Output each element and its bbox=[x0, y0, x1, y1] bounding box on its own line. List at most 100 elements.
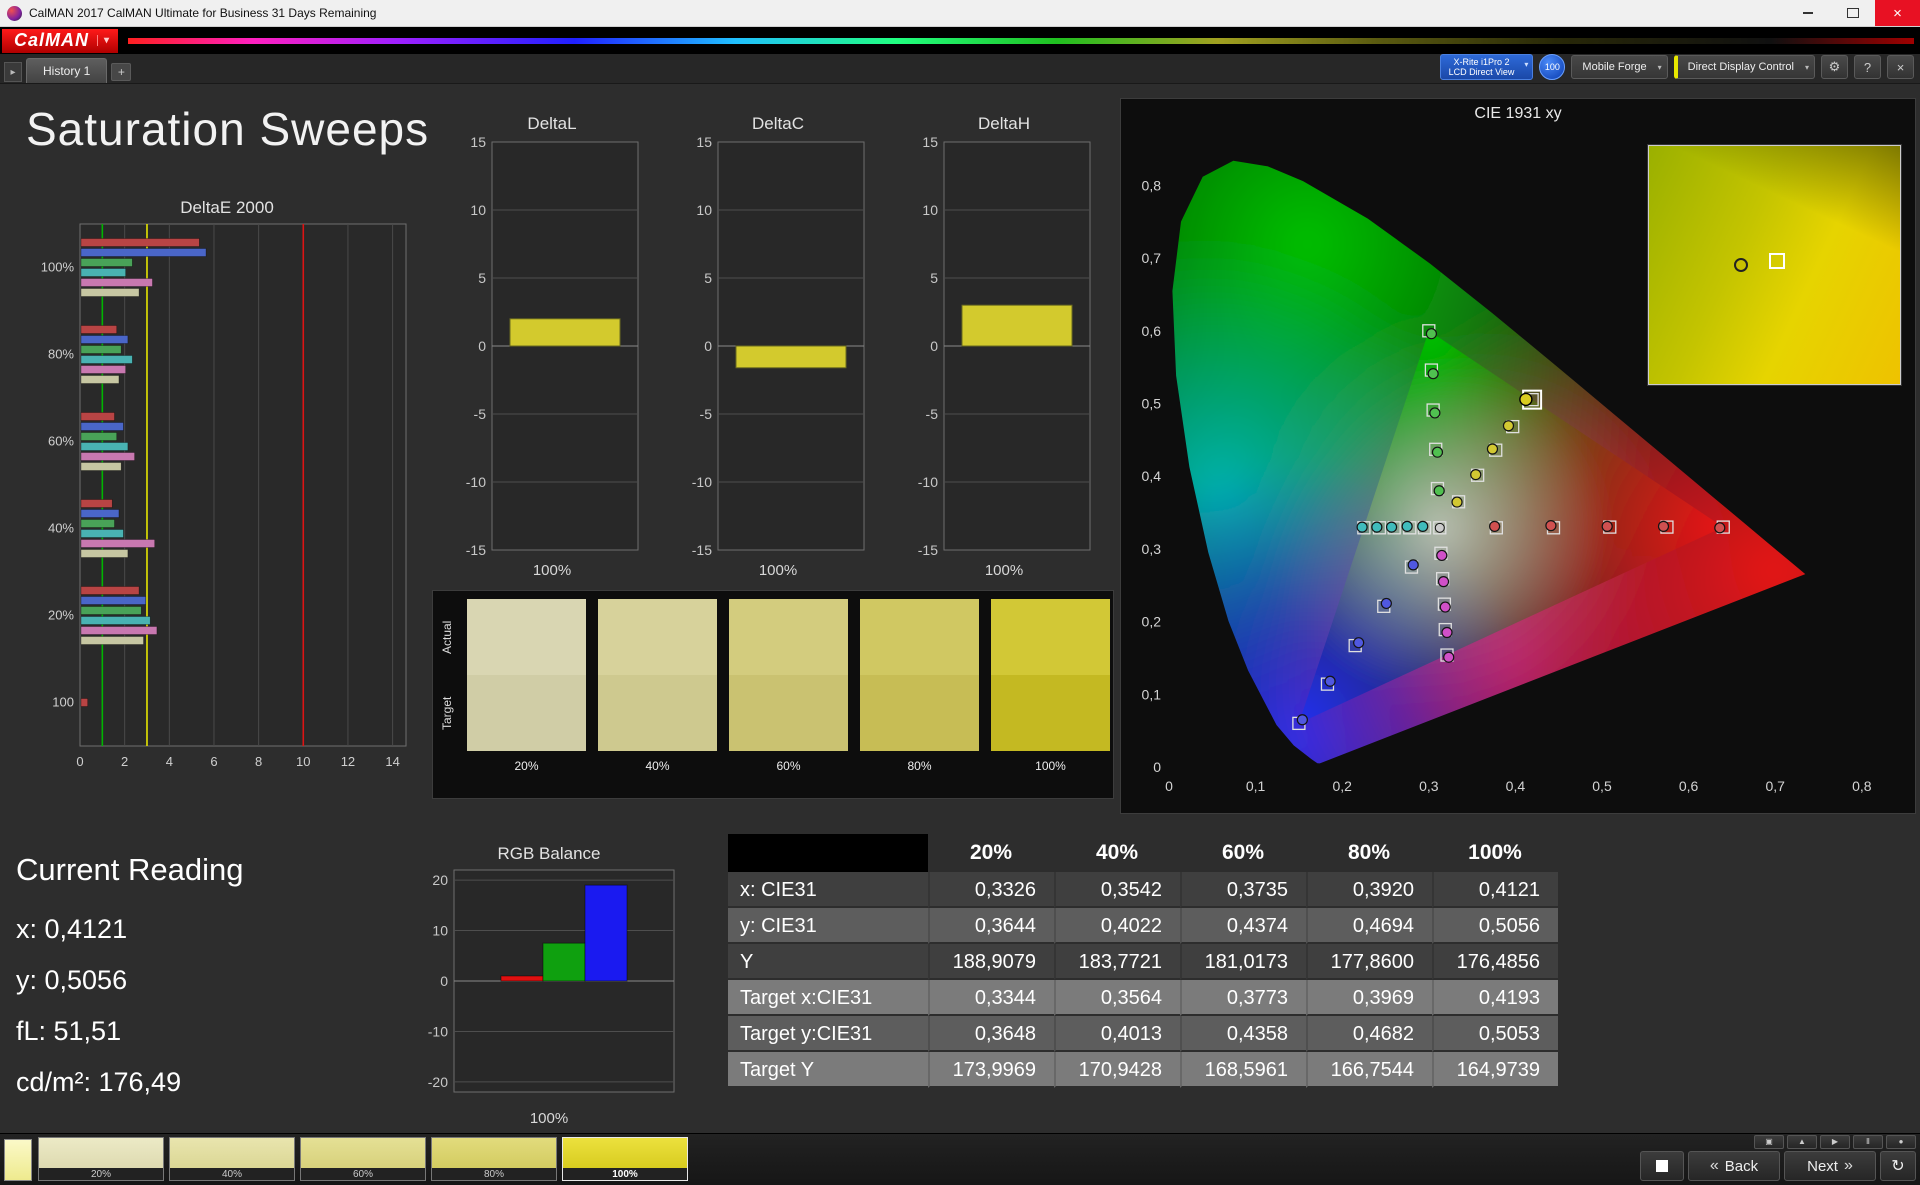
svg-text:2: 2 bbox=[121, 754, 128, 769]
table-value-cell: 0,3542 bbox=[1054, 872, 1180, 908]
minimize-button[interactable] bbox=[1785, 0, 1830, 26]
close-button[interactable]: × bbox=[1875, 0, 1920, 26]
table-value-cell: 0,4121 bbox=[1432, 872, 1558, 908]
saturation-step-button-60%[interactable]: 60% bbox=[300, 1137, 426, 1181]
calman-logo-text: CalMAN bbox=[14, 30, 90, 50]
svg-text:100: 100 bbox=[52, 695, 74, 710]
svg-text:4: 4 bbox=[166, 754, 173, 769]
stop-button[interactable] bbox=[1640, 1151, 1684, 1181]
actual-swatch bbox=[860, 599, 979, 675]
meter-select-button[interactable]: X-Rite i1Pro 2 LCD Direct View ▾ bbox=[1439, 54, 1534, 80]
saturation-step-button-20%[interactable]: 20% bbox=[38, 1137, 164, 1181]
saturation-step-button-100%[interactable]: 100% bbox=[562, 1137, 688, 1181]
source-label: Mobile Forge bbox=[1582, 61, 1647, 73]
pause-button[interactable]: Ⅱ bbox=[1853, 1135, 1883, 1149]
svg-text:-10: -10 bbox=[692, 474, 712, 490]
table-value-cell: 170,9428 bbox=[1054, 1052, 1180, 1088]
deltaL-plot: 15 10 5 0 -5 -10 -15 bbox=[466, 134, 639, 558]
window-title: CalMAN 2017 CalMAN Ultimate for Business… bbox=[29, 6, 377, 20]
table-value-cell: 0,3644 bbox=[928, 908, 1054, 944]
svg-text:0: 0 bbox=[478, 338, 486, 354]
svg-text:12: 12 bbox=[341, 754, 355, 769]
record-button[interactable]: ● bbox=[1886, 1135, 1916, 1149]
table-value-cell: 0,5053 bbox=[1432, 1016, 1558, 1052]
repeat-icon: ↻ bbox=[1891, 1158, 1905, 1175]
table-value-cell: 0,3648 bbox=[928, 1016, 1054, 1052]
svg-text:8: 8 bbox=[255, 754, 262, 769]
logo-dropdown-icon: ▾ bbox=[97, 35, 110, 46]
svg-text:0,8: 0,8 bbox=[1852, 778, 1872, 794]
repeat-button[interactable]: ↻ bbox=[1880, 1151, 1916, 1181]
add-tab-button[interactable]: + bbox=[111, 63, 132, 81]
svg-text:5: 5 bbox=[930, 270, 938, 286]
maximize-button[interactable] bbox=[1830, 0, 1875, 26]
step-label: 80% bbox=[483, 1168, 504, 1180]
svg-text:0,8: 0,8 bbox=[1142, 177, 1162, 193]
target-swatch bbox=[860, 675, 979, 751]
swatch-column-label: 40% bbox=[645, 759, 670, 773]
cie-1931-panel: CIE 1931 xy 0 0,1 0,2 0,3 0,4 0,5 0,6 0,7 0,8 0,8… bbox=[1120, 98, 1916, 814]
transport-controls: ▣ ▲ ▶ Ⅱ ● « Back Next » ↻ bbox=[1640, 1135, 1916, 1183]
calman-logo-menu[interactable]: CalMAN ▾ bbox=[2, 28, 119, 53]
actual-swatch bbox=[598, 599, 717, 675]
next-button[interactable]: Next » bbox=[1784, 1151, 1876, 1181]
eject-button[interactable]: ▲ bbox=[1787, 1135, 1817, 1149]
tab-history-1[interactable]: History 1 bbox=[26, 58, 108, 83]
chevron-down-icon: ▾ bbox=[1657, 63, 1662, 72]
source-select-button[interactable]: Mobile Forge ▾ bbox=[1571, 55, 1668, 79]
step-label: 20% bbox=[90, 1168, 111, 1180]
deltah-title: DeltaH bbox=[978, 114, 1030, 133]
svg-text:5: 5 bbox=[704, 270, 712, 286]
step-swatch bbox=[432, 1138, 556, 1168]
swatch-column-label: 100% bbox=[1035, 759, 1066, 773]
titlebar: CalMAN 2017 CalMAN Ultimate for Business… bbox=[0, 0, 1920, 27]
svg-text:0,5: 0,5 bbox=[1142, 396, 1162, 412]
play-button[interactable]: ▶ bbox=[1820, 1135, 1850, 1149]
svg-text:15: 15 bbox=[470, 136, 486, 150]
session-close-button[interactable]: × bbox=[1887, 55, 1914, 79]
inset-target-point bbox=[1769, 253, 1786, 270]
deltal-xlabel: 100% bbox=[532, 562, 572, 579]
saturation-step-button-80%[interactable]: 80% bbox=[431, 1137, 557, 1181]
step-label: 60% bbox=[352, 1168, 373, 1180]
swatch-column-label: 20% bbox=[514, 759, 539, 773]
svg-text:0,4: 0,4 bbox=[1142, 468, 1162, 484]
actual-row-label: Actual bbox=[440, 620, 454, 654]
table-row-label: x: CIE31 bbox=[728, 872, 928, 908]
rgb-balance-xlabel: 100% bbox=[529, 1110, 569, 1127]
svg-text:0: 0 bbox=[930, 338, 938, 354]
deltal-title: DeltaL bbox=[527, 114, 577, 133]
svg-text:0,3: 0,3 bbox=[1142, 541, 1162, 557]
actual-swatch bbox=[729, 599, 848, 675]
capture-button[interactable]: ▣ bbox=[1754, 1135, 1784, 1149]
table-row-label: Target x:CIE31 bbox=[728, 980, 928, 1016]
svg-text:-10: -10 bbox=[918, 474, 938, 490]
table-value-cell: 0,3969 bbox=[1306, 980, 1432, 1016]
step-label: 100% bbox=[612, 1168, 638, 1180]
svg-text:0,5: 0,5 bbox=[1592, 778, 1612, 794]
svg-text:10: 10 bbox=[296, 754, 310, 769]
svg-text:15: 15 bbox=[696, 136, 712, 150]
svg-text:10: 10 bbox=[432, 923, 448, 939]
svg-text:14: 14 bbox=[385, 754, 399, 769]
close-icon: × bbox=[1896, 59, 1905, 75]
svg-text:6: 6 bbox=[210, 754, 217, 769]
results-table: 20% 40% 60% 80% 100% x: CIE31 0,3326 0,3542 0,37… bbox=[728, 834, 1558, 1088]
calman-window: CalMAN 2017 CalMAN Ultimate for Business… bbox=[0, 0, 1920, 1185]
gear-icon: ⚙ bbox=[1828, 59, 1841, 74]
swatch-column-label: 60% bbox=[776, 759, 801, 773]
svg-text:-20: -20 bbox=[428, 1074, 448, 1090]
svg-text:0,2: 0,2 bbox=[1332, 778, 1352, 794]
table-value-cell: 176,4856 bbox=[1432, 944, 1558, 980]
help-button[interactable]: ? bbox=[1854, 55, 1881, 79]
next-label: Next bbox=[1807, 1157, 1838, 1175]
display-control-label: Direct Display Control bbox=[1687, 61, 1794, 73]
tab-scroll-button[interactable]: ▸ bbox=[4, 62, 22, 82]
back-button[interactable]: « Back bbox=[1688, 1151, 1780, 1181]
table-header-cell: 100% bbox=[1468, 841, 1522, 864]
table-row-label: Y bbox=[728, 944, 928, 980]
display-control-button[interactable]: Direct Display Control ▾ bbox=[1673, 55, 1815, 79]
settings-button[interactable]: ⚙ bbox=[1821, 55, 1848, 79]
saturation-step-button-40%[interactable]: 40% bbox=[169, 1137, 295, 1181]
swatch-column-40% bbox=[598, 599, 717, 751]
